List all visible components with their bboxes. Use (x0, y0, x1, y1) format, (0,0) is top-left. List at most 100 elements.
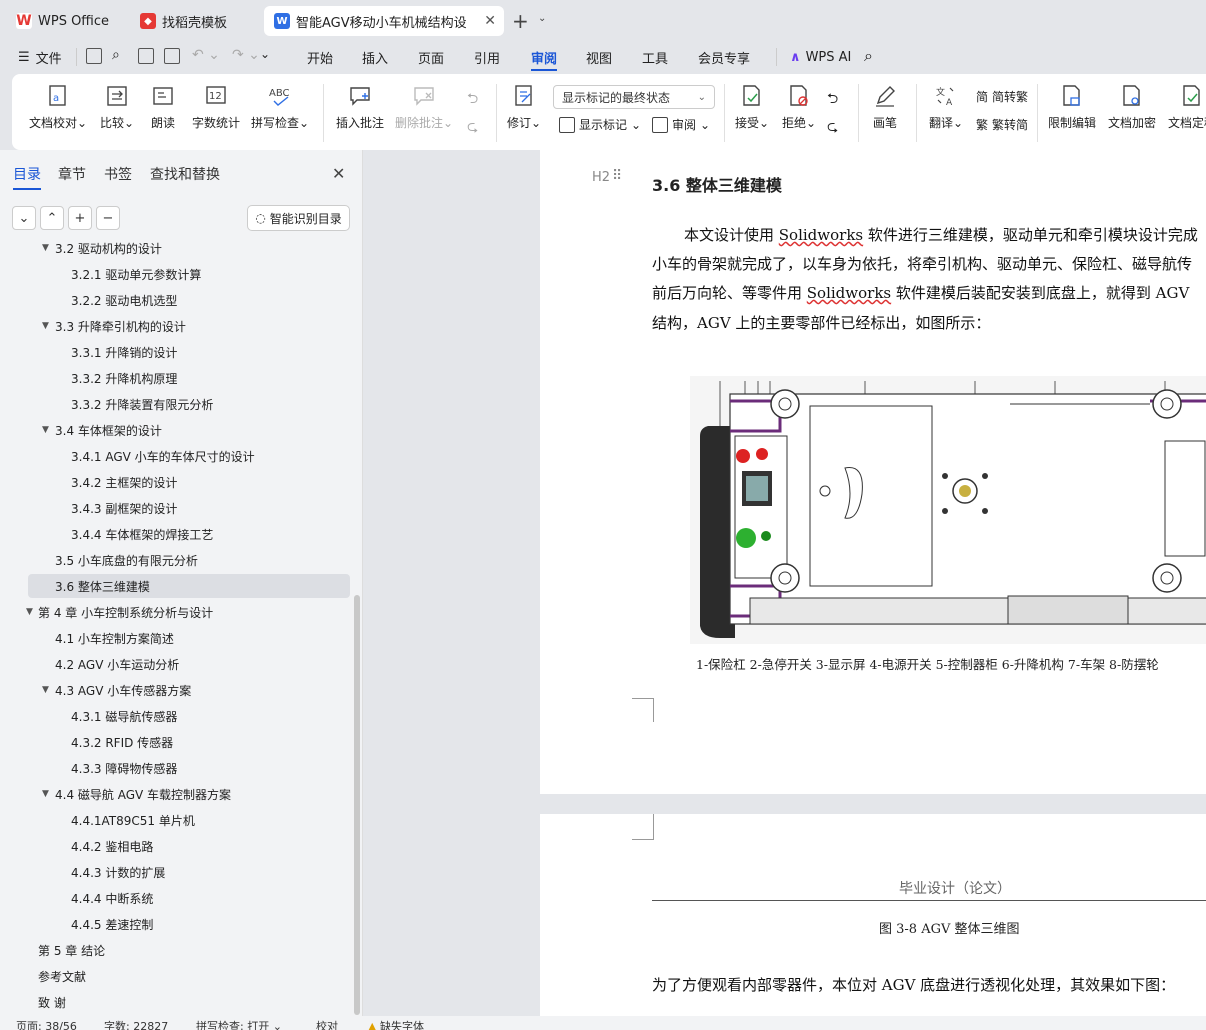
demote-level-button[interactable]: − (96, 206, 120, 230)
tab-list-chevron-icon[interactable]: ⌄ (538, 13, 546, 24)
proofread-button[interactable]: a 文档校对⌄ (29, 84, 87, 131)
next-change-icon[interactable]: ⮎ (827, 116, 838, 140)
close-icon[interactable]: ✕ (332, 164, 345, 183)
menu-item-tools[interactable]: 工具 (642, 40, 668, 74)
tab-toc[interactable]: 目录 (13, 164, 41, 190)
wps-ai-button[interactable]: ∧ WPS AI (790, 40, 851, 74)
print-preview-icon[interactable] (164, 48, 180, 64)
tab-document[interactable]: W 智能AGV移动小车机械结构设 ✕ (264, 6, 504, 36)
proof-status[interactable]: 校对 (316, 1018, 338, 1030)
menu-item-start[interactable]: 开始 (307, 40, 333, 74)
tab-wps-office[interactable]: W WPS Office (6, 6, 124, 36)
spell-check-button[interactable]: ABC 拼写检查⌄ (251, 84, 309, 131)
close-tab-icon[interactable]: ✕ (484, 13, 496, 29)
toc-item[interactable]: 3.3.2 升降装置有限元分析 (0, 392, 352, 416)
toc-item[interactable]: 第 5 章 结论 (0, 938, 352, 962)
review-pane-button[interactable]: 审阅 ⌄ (652, 116, 710, 133)
toc-item[interactable]: 3.4.4 车体框架的焊接工艺 (0, 522, 352, 546)
accept-button[interactable]: 接受⌄ (735, 84, 769, 131)
menu-item-page[interactable]: 页面 (418, 40, 444, 74)
expand-arrow-icon[interactable]: ▼ (42, 321, 49, 331)
toc-item[interactable]: 3.4.1 AGV 小车的车体尺寸的设计 (0, 444, 352, 468)
previous-comment-icon[interactable]: ⮌ (467, 88, 478, 112)
document-page[interactable]: 毕业设计（论文） 图 3-8 AGV 整体三维图 为了方便观看内部零器件，本位对… (540, 814, 1206, 1016)
redo-icon[interactable]: ↷ ⌄ (232, 47, 260, 63)
tab-bookmarks[interactable]: 书签 (104, 164, 132, 184)
expand-all-button[interactable]: ⌄ (12, 206, 36, 230)
toc-item[interactable]: 4.4.4 中断系统 (0, 886, 352, 910)
restrict-edit-button[interactable]: 限制编辑 (1048, 84, 1096, 131)
traditional-to-simplified-button[interactable]: 繁繁转简 (976, 116, 1028, 133)
toc-item[interactable]: 4.3.3 障碍物传感器 (0, 756, 352, 780)
toc-item[interactable]: 4.3.2 RFID 传感器 (0, 730, 352, 754)
toc-item[interactable]: 参考文献 (0, 964, 352, 988)
print-icon[interactable] (138, 48, 154, 64)
show-markup-button[interactable]: 显示标记 ⌄ (559, 116, 641, 133)
menu-item-insert[interactable]: 插入 (362, 40, 388, 74)
toc-item[interactable]: 3.6 整体三维建模 (28, 574, 350, 598)
pen-button[interactable]: 画笔 (873, 84, 897, 131)
toc-item[interactable]: ▼ 3.3 升降牵引机构的设计 (0, 314, 352, 338)
toc-item[interactable]: 4.4.2 鉴相电路 (0, 834, 352, 858)
toc-item[interactable]: 3.4.3 副框架的设计 (0, 496, 352, 520)
toc-item[interactable]: ▼ 4.3 AGV 小车传感器方案 (0, 678, 352, 702)
toc-item[interactable]: 4.1 小车控制方案简述 (0, 626, 352, 650)
toc-item[interactable]: 4.4.5 差速控制 (0, 912, 352, 936)
toc-item[interactable]: 3.4.2 主框架的设计 (0, 470, 352, 494)
toc-item[interactable]: 3.3.2 升降机构原理 (0, 366, 352, 390)
toc-item[interactable]: 3.2.2 驱动电机选型 (0, 288, 352, 312)
toc-item[interactable]: 3.3.1 升降销的设计 (0, 340, 352, 364)
spell-check-status[interactable]: 拼写检查: 打开 ⌄ (196, 1018, 282, 1030)
search-icon[interactable]: ⌕ (864, 46, 873, 66)
insert-comment-button[interactable]: 插入批注 (336, 84, 384, 131)
missing-font-status[interactable]: ▲ 缺失字体 (368, 1018, 424, 1030)
new-tab-icon[interactable]: + (512, 9, 529, 33)
read-aloud-button[interactable]: 朗读 (151, 84, 175, 131)
toc-item[interactable]: ▼ 3.2 驱动机构的设计 (0, 242, 352, 260)
markup-state-select[interactable]: 显示标记的最终状态 ⌄ (553, 85, 715, 109)
compare-button[interactable]: 比较⌄ (100, 84, 134, 131)
format-painter-icon[interactable]: ⌕ (112, 47, 120, 63)
track-changes-button[interactable]: 修订⌄ (507, 84, 541, 131)
smart-toc-button[interactable]: ◌ 智能识别目录 (247, 205, 350, 231)
toc-item[interactable]: ▼ 第 4 章 小车控制系统分析与设计 (0, 600, 352, 624)
word-count-button[interactable]: 12 字数统计 (192, 84, 240, 131)
previous-change-icon[interactable]: ⮌ (827, 88, 838, 112)
menu-item-membership[interactable]: 会员专享 (698, 40, 750, 74)
next-comment-icon[interactable]: ⮎ (467, 116, 478, 140)
toc-item[interactable]: 4.4.1AT89C51 单片机 (0, 808, 352, 832)
finalize-button[interactable]: 文档定稿 (1168, 84, 1206, 131)
document-canvas[interactable]: H2 ⠿ 3.6 整体三维建模 本文设计使用 Solidworks 软件进行三维… (363, 150, 1206, 1016)
toc-item[interactable]: 3.5 小车底盘的有限元分析 (0, 548, 352, 572)
tab-chapters[interactable]: 章节 (58, 164, 86, 184)
delete-comment-button[interactable]: 删除批注⌄ (395, 84, 453, 131)
quick-access-more-icon[interactable]: ⌄ (260, 47, 270, 61)
expand-arrow-icon[interactable]: ▼ (26, 607, 33, 617)
toc-item[interactable]: 4.3.1 磁导航传感器 (0, 704, 352, 728)
expand-arrow-icon[interactable]: ▼ (42, 789, 49, 799)
expand-arrow-icon[interactable]: ▼ (42, 685, 49, 695)
toc-item[interactable]: 致 谢 (0, 990, 352, 1014)
file-menu[interactable]: ☰ 文件 (18, 40, 62, 74)
tab-docer[interactable]: ◆ 找稻壳模板 (130, 6, 260, 36)
toc-item[interactable]: ▼ 4.4 磁导航 AGV 车载控制器方案 (0, 782, 352, 806)
reject-button[interactable]: 拒绝⌄ (782, 84, 816, 131)
toc-scrollbar[interactable] (354, 595, 360, 1015)
drag-handle-icon[interactable]: ⠿ (612, 168, 622, 184)
menu-item-review[interactable]: 审阅 (531, 40, 558, 74)
toc-item[interactable]: 3.2.1 驱动单元参数计算 (0, 262, 352, 286)
expand-arrow-icon[interactable]: ▼ (42, 243, 49, 253)
translate-button[interactable]: 文A 翻译⌄ (929, 84, 963, 131)
tab-find-replace[interactable]: 查找和替换 (150, 164, 220, 184)
toc-item[interactable]: 4.2 AGV 小车运动分析 (0, 652, 352, 676)
document-page[interactable]: H2 ⠿ 3.6 整体三维建模 本文设计使用 Solidworks 软件进行三维… (540, 150, 1206, 794)
toc-item[interactable]: ▼ 3.4 车体框架的设计 (0, 418, 352, 442)
menu-item-reference[interactable]: 引用 (474, 40, 500, 74)
collapse-all-button[interactable]: ⌃ (40, 206, 64, 230)
promote-level-button[interactable]: + (68, 206, 92, 230)
undo-icon[interactable]: ↶ ⌄ (192, 47, 220, 63)
expand-arrow-icon[interactable]: ▼ (42, 425, 49, 435)
encrypt-button[interactable]: 文档加密 (1108, 84, 1156, 131)
toc-item[interactable]: 4.4.3 计数的扩展 (0, 860, 352, 884)
word-count-status[interactable]: 字数: 22827 (104, 1018, 168, 1030)
